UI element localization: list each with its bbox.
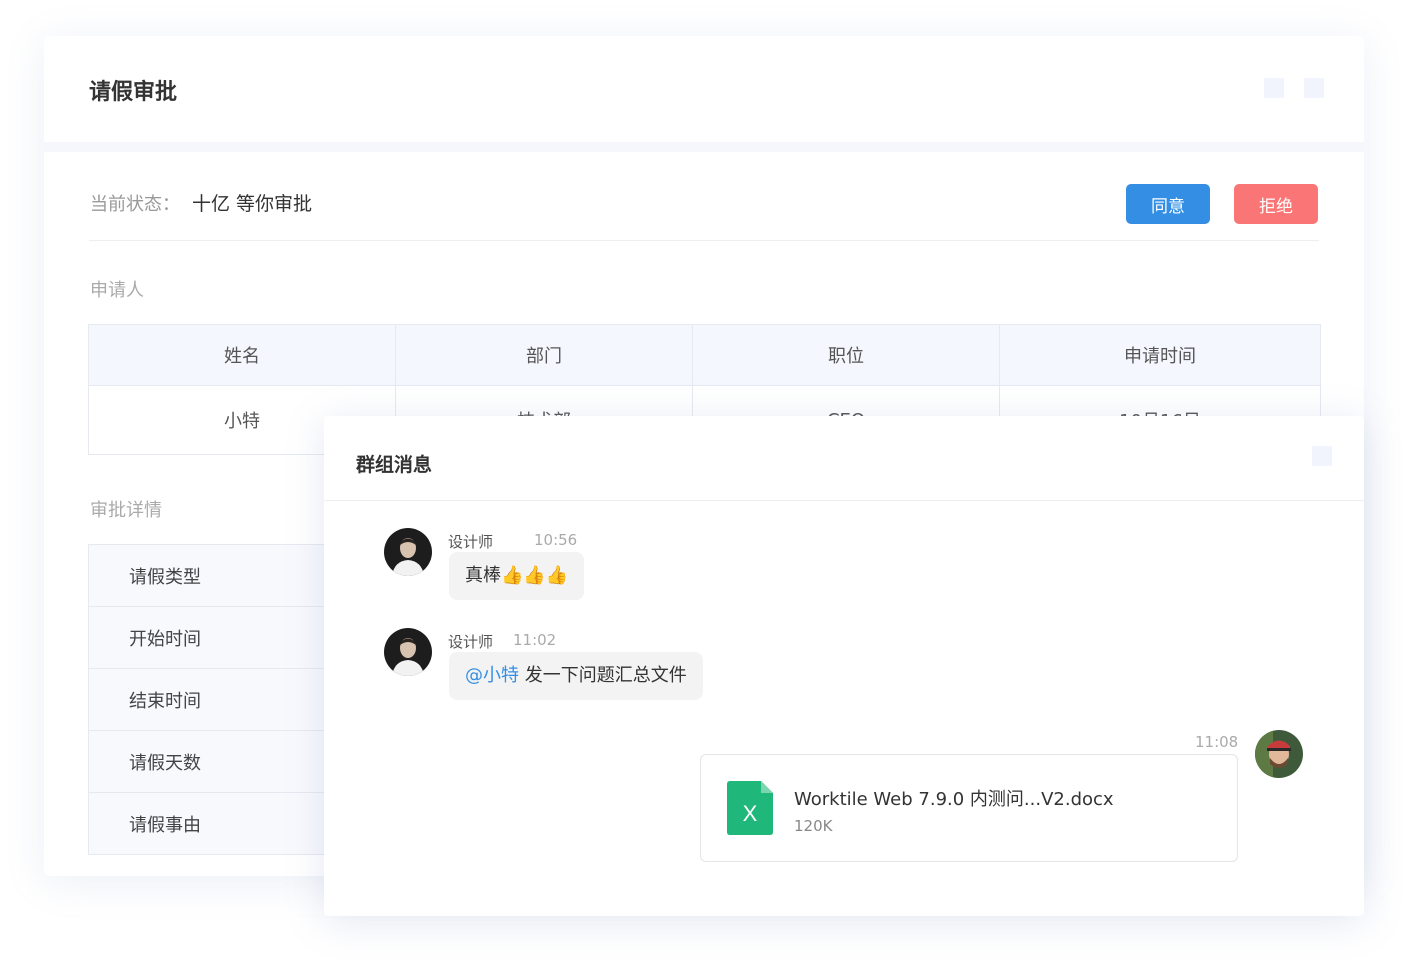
applicant-section-label: 申请人 <box>90 280 144 301</box>
status-label: 当前状态： <box>90 194 180 215</box>
message-sender: 设计师 <box>448 633 494 651</box>
chat-divider <box>324 500 1364 501</box>
status-value: 十亿 等你审批 <box>192 193 313 215</box>
detail-label: 请假类型 <box>129 567 201 588</box>
status-divider <box>89 240 1319 241</box>
designer-avatar-icon <box>384 528 432 576</box>
avatar[interactable] <box>384 528 432 576</box>
file-attachment[interactable]: X Worktile Web 7.9.0 内测问...V2.docx 120K <box>700 754 1238 862</box>
column-header-position: 职位 <box>692 324 1000 386</box>
file-icon-letter: X <box>743 801 758 826</box>
table-header-row: 姓名 部门 职位 申请时间 <box>88 324 1321 386</box>
message-bubble: 真棒👍👍👍 <box>449 552 585 600</box>
approval-title: 请假审批 <box>89 80 178 105</box>
message-sender: 设计师 <box>448 533 494 551</box>
designer-avatar-icon <box>384 628 432 676</box>
column-header-department: 部门 <box>395 324 693 386</box>
detail-section-label: 审批详情 <box>90 500 162 521</box>
file-size: 120K <box>794 817 833 835</box>
minimize-icon[interactable] <box>1264 78 1284 98</box>
header-divider <box>44 142 1364 152</box>
column-header-apply-time: 申请时间 <box>999 324 1321 386</box>
excel-file-icon: X <box>727 781 773 835</box>
avatar[interactable] <box>1255 730 1303 778</box>
message-time: 11:02 <box>513 631 557 649</box>
message-bubble: @小特 发一下问题汇总文件 <box>449 652 703 700</box>
detail-label: 请假天数 <box>129 753 201 774</box>
message-time: 11:08 <box>1195 733 1239 751</box>
file-name: Worktile Web 7.9.0 内测问...V2.docx <box>794 789 1114 810</box>
avatar[interactable] <box>384 628 432 676</box>
mention-link[interactable]: @小特 <box>465 665 519 686</box>
agree-button[interactable]: 同意 <box>1126 184 1210 224</box>
column-header-name: 姓名 <box>88 324 396 386</box>
close-icon[interactable] <box>1312 446 1332 466</box>
detail-label: 请假事由 <box>129 815 201 836</box>
chat-title: 群组消息 <box>356 454 433 476</box>
user-avatar-icon <box>1255 730 1303 778</box>
message-text: 发一下问题汇总文件 <box>519 665 687 686</box>
message-time: 10:56 <box>534 531 578 549</box>
detail-label: 开始时间 <box>129 629 201 650</box>
group-chat-panel: 群组消息 设计师 10:56 真棒👍👍👍 设计师 11:02 @小特 发一下问题… <box>324 416 1364 916</box>
approval-header: 请假审批 <box>44 36 1364 142</box>
reject-button[interactable]: 拒绝 <box>1234 184 1318 224</box>
close-icon[interactable] <box>1304 78 1324 98</box>
message-text: 真棒👍👍👍 <box>465 565 569 586</box>
detail-label: 结束时间 <box>129 691 201 712</box>
